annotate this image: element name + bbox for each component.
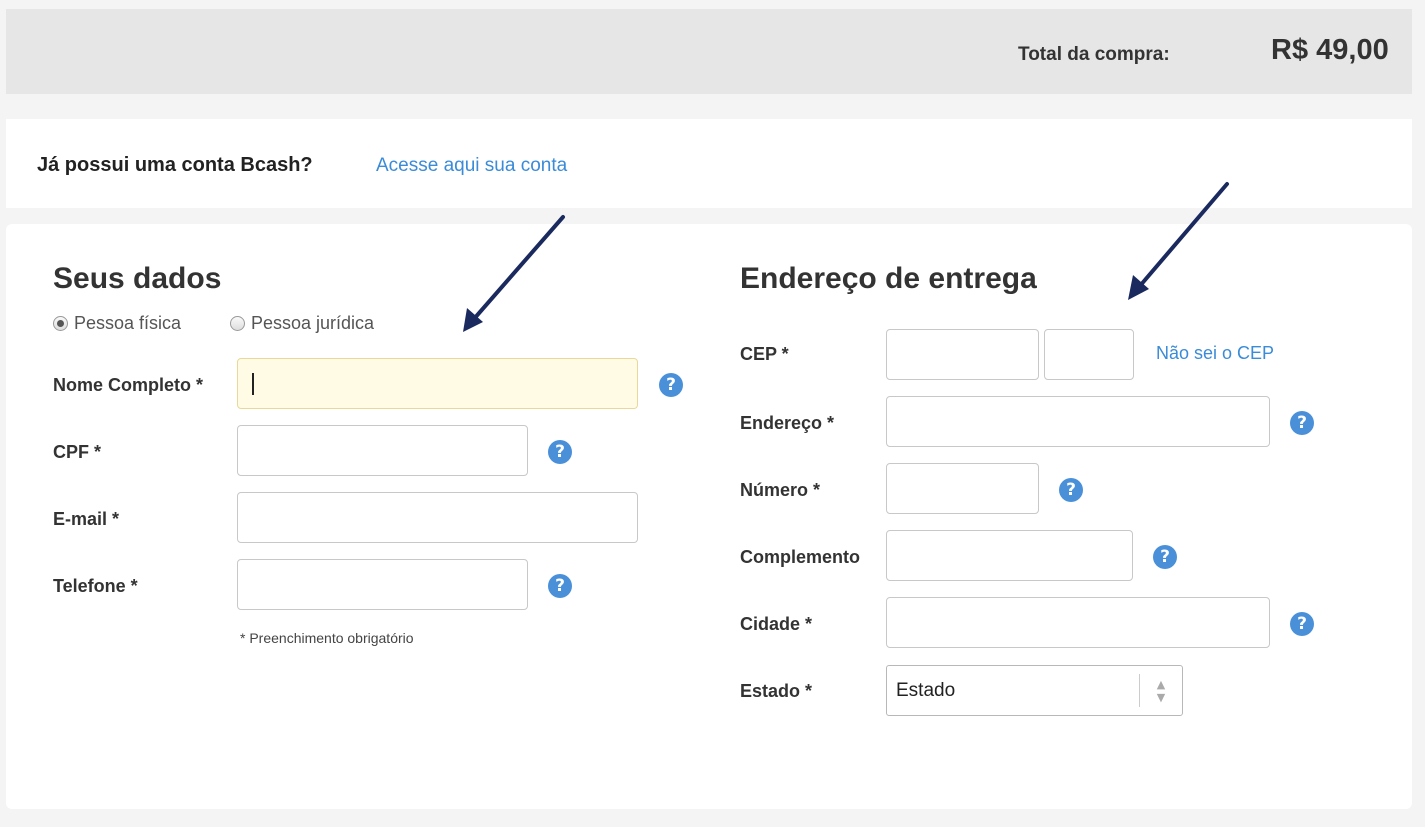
person-type-juridica[interactable]: Pessoa jurídica: [230, 313, 374, 334]
help-icon[interactable]: ?: [659, 373, 683, 397]
endereco-input[interactable]: [886, 396, 1270, 447]
help-icon[interactable]: ?: [548, 440, 572, 464]
cep-label: CEP *: [740, 344, 789, 364]
total-label: Total da compra:: [1018, 44, 1170, 65]
unknown-cep-link[interactable]: Não sei o CEP: [1156, 343, 1274, 364]
nome-completo-input[interactable]: [237, 358, 638, 409]
numero-label: Número *: [740, 480, 821, 500]
email-label: E-mail *: [53, 509, 120, 529]
cpf-input[interactable]: [237, 425, 528, 476]
email-input[interactable]: [237, 492, 638, 543]
account-question: Já possui uma conta Bcash?: [37, 154, 313, 176]
help-icon[interactable]: ?: [1290, 411, 1314, 435]
total-value: R$ 49,00: [1271, 34, 1389, 66]
cep-suffix-input[interactable]: [1044, 329, 1134, 380]
personal-data-title: Seus dados: [53, 262, 222, 295]
complemento-input[interactable]: [886, 530, 1133, 581]
radio-pessoa-fisica[interactable]: [53, 316, 68, 331]
help-icon[interactable]: ?: [1153, 545, 1177, 569]
telefone-input[interactable]: [237, 559, 528, 610]
order-total-bar: [6, 9, 1412, 94]
estado-select-value: Estado: [896, 680, 956, 701]
complemento-label: Complemento: [740, 547, 861, 567]
radio-label: Pessoa jurídica: [251, 313, 375, 333]
required-note: * Preenchimento obrigatório: [240, 630, 414, 646]
radio-label: Pessoa física: [74, 313, 182, 333]
estado-label: Estado *: [740, 681, 813, 701]
annotation-arrow-icon: [1128, 182, 1229, 300]
text-cursor: [252, 373, 254, 395]
checkout-form-panel: [6, 224, 1412, 809]
estado-select[interactable]: Estado ▲ ▼: [886, 665, 1183, 716]
login-link[interactable]: Acesse aqui sua conta: [376, 155, 567, 177]
cep-prefix-input[interactable]: [886, 329, 1039, 380]
radio-pessoa-juridica[interactable]: [230, 316, 245, 331]
cidade-input[interactable]: [886, 597, 1270, 648]
person-type-fisica[interactable]: Pessoa física: [53, 313, 181, 334]
cpf-label: CPF *: [53, 442, 102, 462]
help-icon[interactable]: ?: [1290, 612, 1314, 636]
nome-label: Nome Completo *: [53, 375, 204, 395]
telefone-label: Telefone *: [53, 576, 138, 596]
endereco-label: Endereço *: [740, 413, 835, 433]
cidade-label: Cidade *: [740, 614, 813, 634]
numero-input[interactable]: [886, 463, 1039, 514]
annotation-arrow-icon: [463, 215, 565, 332]
help-icon[interactable]: ?: [1059, 478, 1083, 502]
address-title: Endereço de entrega: [740, 262, 1037, 295]
help-icon[interactable]: ?: [548, 574, 572, 598]
select-arrows-icon: ▲ ▼: [1139, 674, 1182, 707]
